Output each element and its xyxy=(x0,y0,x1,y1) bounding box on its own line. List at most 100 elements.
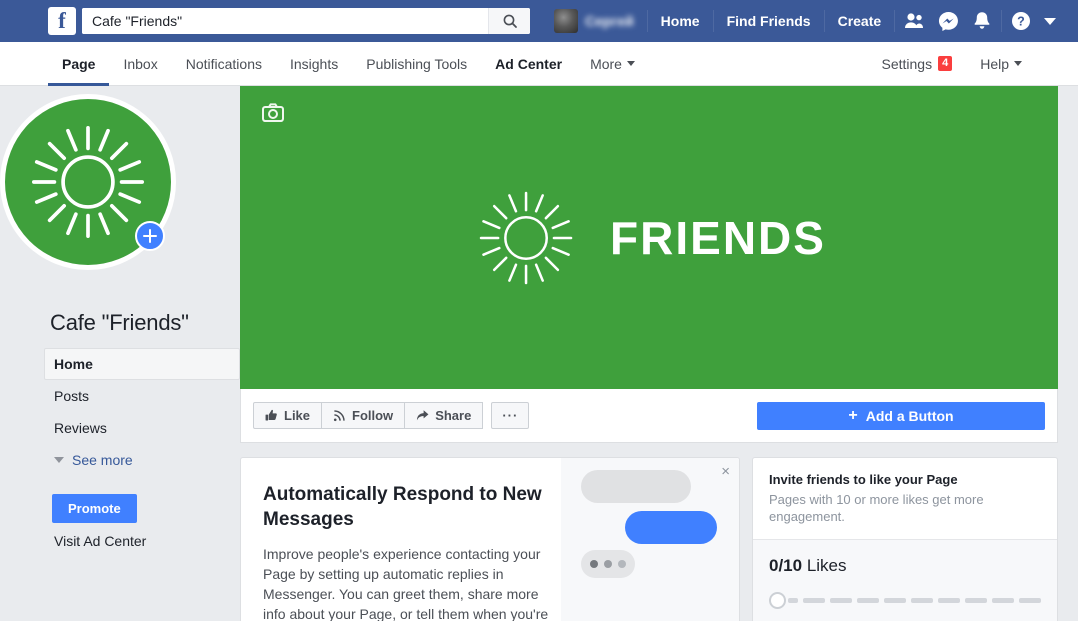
chevron-down-icon xyxy=(1014,61,1022,66)
typing-dot xyxy=(590,560,598,568)
progress-segment xyxy=(965,598,987,603)
progress-segment xyxy=(938,598,960,603)
thumbs-up-icon xyxy=(265,409,277,421)
invite-friends-card: Invite friends to like your Page Pages w… xyxy=(752,457,1058,621)
page-body: Cafe "Friends" Home Posts Reviews See mo… xyxy=(0,86,1078,621)
likes-progress-bar xyxy=(769,592,1041,609)
global-header: f Сергей Home Find Friends Create xyxy=(0,0,1078,42)
tab-insights[interactable]: Insights xyxy=(276,42,352,85)
sidebar-item-reviews[interactable]: Reviews xyxy=(44,412,240,444)
help-button[interactable]: ? xyxy=(1004,0,1038,42)
settings-label: Settings xyxy=(881,55,933,72)
sidebar-item-posts[interactable]: Posts xyxy=(44,380,240,412)
cover-logo: FRIENDS xyxy=(472,184,826,292)
typing-indicator xyxy=(581,550,635,578)
nav-find-friends[interactable]: Find Friends xyxy=(716,0,822,42)
avatar xyxy=(554,9,578,33)
account-name: Сергей xyxy=(585,13,634,29)
progress-stub xyxy=(788,598,798,603)
invite-card-body: 0/10 Likes xyxy=(753,540,1057,621)
tab-settings[interactable]: Settings 4 xyxy=(867,42,966,85)
progress-segment xyxy=(1019,598,1041,603)
see-more-label: See more xyxy=(72,452,133,468)
like-label: Like xyxy=(284,408,311,423)
page-actions-bar: Like Follow Share ··· + Add a Button xyxy=(240,389,1058,443)
profile-picture[interactable] xyxy=(0,94,176,270)
typing-dot xyxy=(604,560,612,568)
nav-create[interactable]: Create xyxy=(827,0,893,42)
divider xyxy=(894,10,896,32)
likes-count: 0/10 xyxy=(769,556,803,575)
messenger-button[interactable] xyxy=(931,0,965,42)
header-nav: Сергей Home Find Friends Create ? xyxy=(554,0,1070,42)
see-more-button[interactable]: See more xyxy=(44,444,240,476)
follow-label: Follow xyxy=(352,408,394,423)
page-navigation: Page Inbox Notifications Insights Publis… xyxy=(0,42,1078,86)
cover-photo[interactable]: FRIENDS xyxy=(240,86,1058,389)
messenger-icon xyxy=(938,11,958,31)
main-content: FRIENDS Like Follow Share ··· + Add a Bu… xyxy=(240,86,1058,621)
add-a-button-label: Add a Button xyxy=(865,407,954,424)
auto-respond-text: Automatically Respond to New Messages Im… xyxy=(241,458,561,621)
chat-bubble-incoming xyxy=(581,470,691,503)
add-a-button-cta[interactable]: + Add a Button xyxy=(757,401,1045,430)
plus-icon: + xyxy=(848,406,858,424)
profile-picture-container xyxy=(0,94,200,270)
share-button[interactable]: Share xyxy=(404,402,484,429)
follow-button[interactable]: Follow xyxy=(321,402,406,429)
page-title: Cafe "Friends" xyxy=(50,310,189,335)
chevron-down-icon xyxy=(626,61,635,66)
auto-respond-body: Improve people's experience contacting y… xyxy=(263,546,549,621)
sidebar-item-home[interactable]: Home xyxy=(44,348,240,380)
like-button[interactable]: Like xyxy=(253,402,323,429)
tab-publishing-tools[interactable]: Publishing Tools xyxy=(352,42,481,85)
notifications-button[interactable] xyxy=(965,0,999,42)
edit-cover-photo-button[interactable] xyxy=(262,103,284,122)
left-sidebar: Cafe "Friends" Home Posts Reviews See mo… xyxy=(0,86,240,621)
tab-help[interactable]: Help xyxy=(966,42,1036,85)
search-input[interactable] xyxy=(82,8,488,34)
divider xyxy=(823,10,825,32)
account-menu-icon[interactable] xyxy=(1044,17,1057,25)
chat-bubble-outgoing xyxy=(625,511,717,544)
page-action-buttons: Like Follow Share ··· xyxy=(253,402,530,429)
invite-card-header: Invite friends to like your Page Pages w… xyxy=(753,458,1057,540)
notifications-icon xyxy=(974,12,990,29)
close-icon[interactable]: × xyxy=(721,464,730,479)
tab-inbox[interactable]: Inbox xyxy=(109,42,171,85)
invite-card-title: Invite friends to like your Page xyxy=(769,472,958,487)
progress-segment xyxy=(803,598,825,603)
invite-card-subtitle: Pages with 10 or more likes get more eng… xyxy=(769,492,984,524)
tab-ad-center[interactable]: Ad Center xyxy=(481,42,576,85)
account-link[interactable]: Сергей xyxy=(554,9,645,33)
progress-segments xyxy=(798,598,1041,603)
friend-requests-button[interactable] xyxy=(897,0,931,42)
cover-logo-text: FRIENDS xyxy=(610,211,826,264)
help-icon: ? xyxy=(1012,12,1031,30)
likes-counter: 0/10 Likes xyxy=(769,556,1041,576)
promote-button[interactable]: Promote xyxy=(52,494,137,523)
search-button[interactable] xyxy=(488,8,530,34)
visit-ad-center-link[interactable]: Visit Ad Center xyxy=(44,523,240,549)
more-options-button[interactable]: ··· xyxy=(491,402,530,429)
add-profile-photo-button[interactable] xyxy=(135,221,165,251)
auto-respond-title: Automatically Respond to New Messages xyxy=(263,484,542,530)
nav-home[interactable]: Home xyxy=(650,0,711,42)
typing-dot xyxy=(618,560,626,568)
progress-segment xyxy=(992,598,1014,603)
rss-icon xyxy=(333,410,345,422)
progress-knob xyxy=(769,592,786,609)
facebook-logo-icon[interactable]: f xyxy=(48,7,76,35)
tab-page[interactable]: Page xyxy=(48,42,110,86)
share-label: Share xyxy=(435,408,472,423)
help-label: Help xyxy=(980,55,1009,72)
chevron-down-icon xyxy=(54,457,64,463)
tab-more[interactable]: More xyxy=(576,42,649,85)
likes-label: Likes xyxy=(806,556,847,575)
divider xyxy=(712,10,714,32)
progress-segment xyxy=(857,598,879,603)
tab-notifications[interactable]: Notifications xyxy=(172,42,276,85)
friend-requests-icon xyxy=(905,13,924,28)
svg-text:?: ? xyxy=(1017,15,1025,29)
auto-respond-card: Automatically Respond to New Messages Im… xyxy=(240,457,740,621)
